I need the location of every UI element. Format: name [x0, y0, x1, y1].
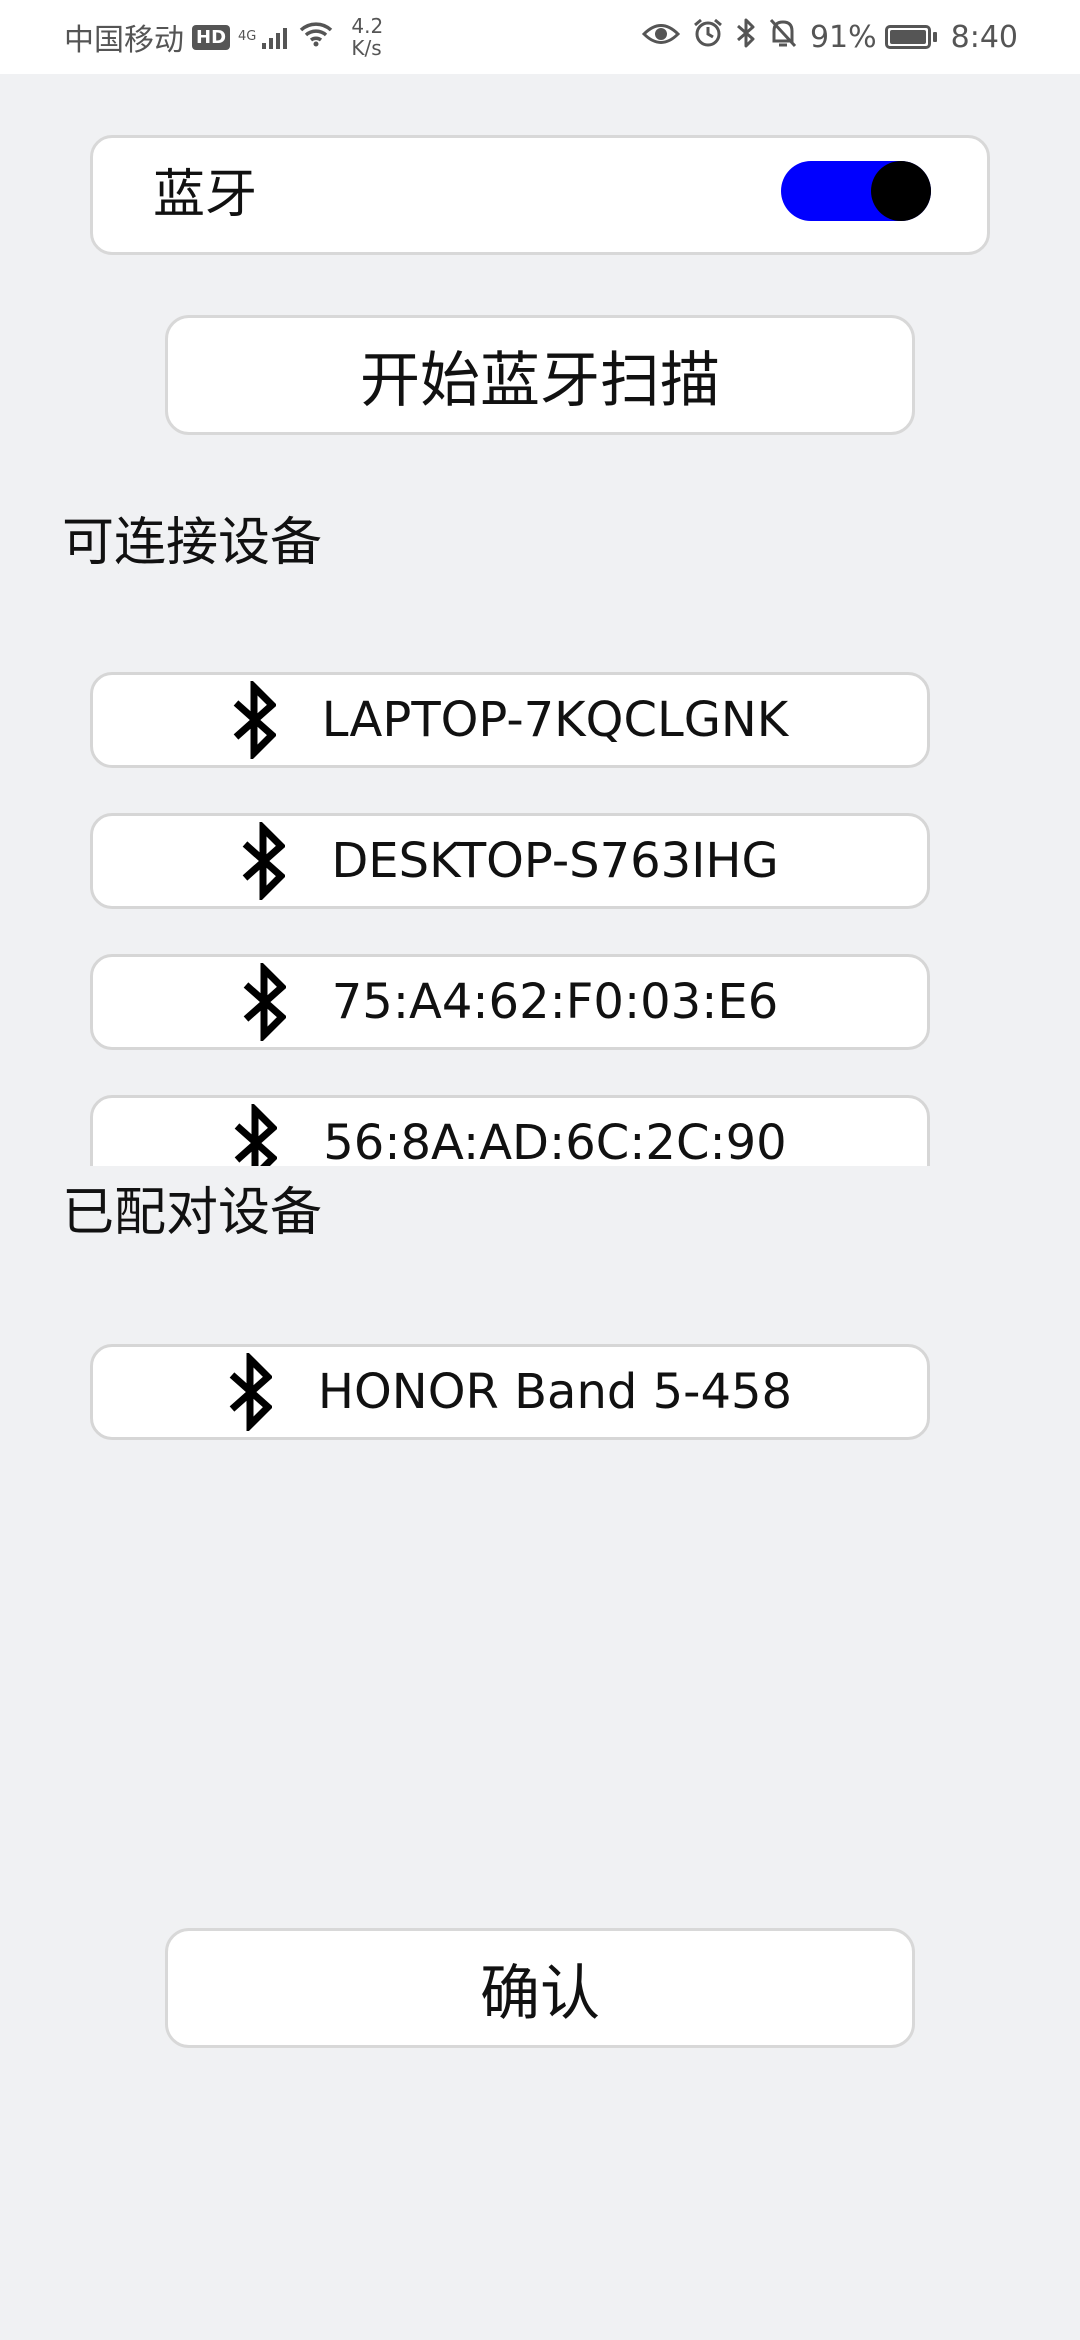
status-bar-left: 中国移动 HD 4G 4.2 K/s — [64, 0, 383, 74]
confirm-button[interactable]: 确认 — [165, 1928, 915, 2048]
bluetooth-status-icon — [736, 17, 756, 57]
device-item[interactable]: 56:8A:AD:6C:2C:90 — [90, 1095, 930, 1166]
device-name: LAPTOP-7KQCLGNK — [321, 692, 789, 748]
bluetooth-icon — [233, 1104, 278, 1166]
device-name: 56:8A:AD:6C:2C:90 — [323, 1115, 787, 1166]
device-name: DESKTOP-S763IHG — [331, 833, 779, 889]
device-item[interactable]: 75:A4:62:F0:03:E6 — [90, 954, 930, 1050]
clock-time: 8:40 — [950, 19, 1018, 55]
start-scan-button[interactable]: 开始蓝牙扫描 — [165, 315, 915, 435]
network-speed: 4.2 K/s — [351, 15, 383, 59]
alarm-icon — [692, 17, 724, 57]
bluetooth-icon — [232, 681, 276, 759]
device-item[interactable]: DESKTOP-S763IHG — [90, 813, 930, 909]
status-bar: 中国移动 HD 4G 4.2 K/s 91% 8:40 — [0, 0, 1080, 74]
paired-device-item[interactable]: HONOR Band 5-458 — [90, 1344, 930, 1440]
paired-devices-title: 已配对设备 — [62, 1183, 323, 1243]
network-speed-unit: K/s — [351, 36, 382, 60]
carrier-name: 中国移动 — [64, 23, 184, 58]
battery-icon — [884, 25, 937, 49]
network-type-label: 4G — [238, 29, 257, 44]
eye-icon — [641, 20, 681, 55]
bluetooth-switch[interactable] — [781, 161, 931, 221]
network-speed-value: 4.2 — [351, 14, 384, 38]
status-bar-right: 91% 8:40 — [630, 0, 1018, 74]
bell-off-icon — [768, 17, 798, 57]
bluetooth-icon — [242, 963, 286, 1041]
battery-percent: 91% — [809, 19, 877, 55]
device-name: 75:A4:62:F0:03:E6 — [331, 974, 779, 1030]
bluetooth-toggle-row: 蓝牙 — [90, 135, 990, 255]
bluetooth-switch-knob — [871, 161, 931, 221]
network-type: 4G — [238, 30, 256, 44]
device-item[interactable]: LAPTOP-7KQCLGNK — [90, 672, 930, 768]
available-devices-title: 可连接设备 — [62, 513, 323, 573]
hd-badge: HD — [192, 24, 231, 50]
wifi-icon — [299, 20, 333, 55]
bluetooth-label: 蓝牙 — [153, 165, 258, 225]
device-name: HONOR Band 5-458 — [317, 1364, 793, 1420]
bluetooth-icon — [241, 822, 286, 900]
signal-icon — [262, 25, 288, 49]
available-devices-list[interactable]: LAPTOP-7KQCLGNK DESKTOP-S763IHG 75:A4:62… — [0, 660, 1080, 1166]
bluetooth-icon — [228, 1353, 272, 1431]
